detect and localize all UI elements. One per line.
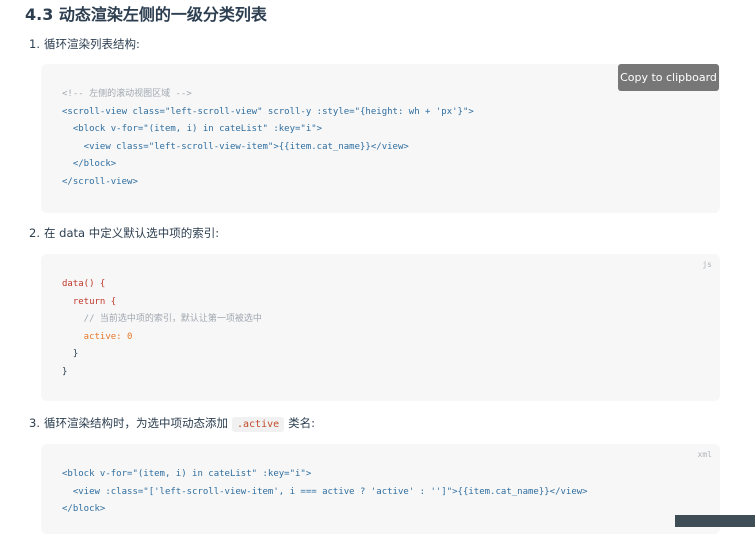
section-heading: 4.3 动态渲染左侧的一级分类列表	[25, 5, 267, 24]
code-line: return {	[62, 296, 117, 307]
code-line: }	[62, 366, 68, 377]
code-block-2: js data() { return { // 当前选中项的索引，默认让第一项被…	[41, 254, 720, 401]
code-line: <scroll-view class="left-scroll-view" sc…	[62, 106, 474, 117]
code-block-3: xml <block v-for="(item, i) in cateList"…	[41, 444, 720, 534]
code-line: active: 0	[62, 331, 133, 342]
step-text: 循环渲染列表结构:	[43, 37, 140, 51]
copy-to-clipboard-button[interactable]: Copy to clipboard	[618, 64, 719, 91]
step-number: 1.	[29, 37, 40, 51]
step-1: 1. 循环渲染列表结构:	[29, 36, 140, 52]
code-line: // 当前选中项的索引，默认让第一项被选中	[62, 314, 262, 324]
step-number: 3.	[29, 416, 40, 430]
step-text: 循环渲染结构时，为选中项动态添加	[43, 416, 228, 430]
step-text: 类名:	[288, 416, 316, 430]
code-line: <block v-for="(item, i) in cateList" :ke…	[62, 124, 323, 134]
code-line: <block v-for="(item, i) in cateList" :ke…	[62, 469, 312, 479]
step-number: 2.	[29, 226, 40, 240]
code-line: </block>	[62, 159, 117, 169]
code-language-label: xml	[697, 450, 712, 459]
code-line: <!-- 左侧的滚动视图区域 -->	[62, 89, 192, 99]
code-line: data() {	[62, 279, 106, 289]
code-line: <view :class="['left-scroll-view-item', …	[62, 486, 588, 497]
code-language-label: js	[702, 260, 712, 269]
code-line: </scroll-view>	[62, 176, 138, 187]
step-3: 3. 循环渲染结构时，为选中项动态添加 .active 类名:	[29, 415, 316, 432]
code-line: </block>	[62, 504, 106, 514]
inline-code: .active	[231, 417, 285, 432]
step-text: 在 data 中定义默认选中项的索引:	[43, 226, 220, 240]
code-line: <view class="left-scroll-view-item">{{it…	[62, 141, 409, 152]
video-overlay-corner	[675, 515, 755, 527]
step-2: 2. 在 data 中定义默认选中项的索引:	[29, 225, 219, 241]
code-line: }	[62, 349, 79, 359]
